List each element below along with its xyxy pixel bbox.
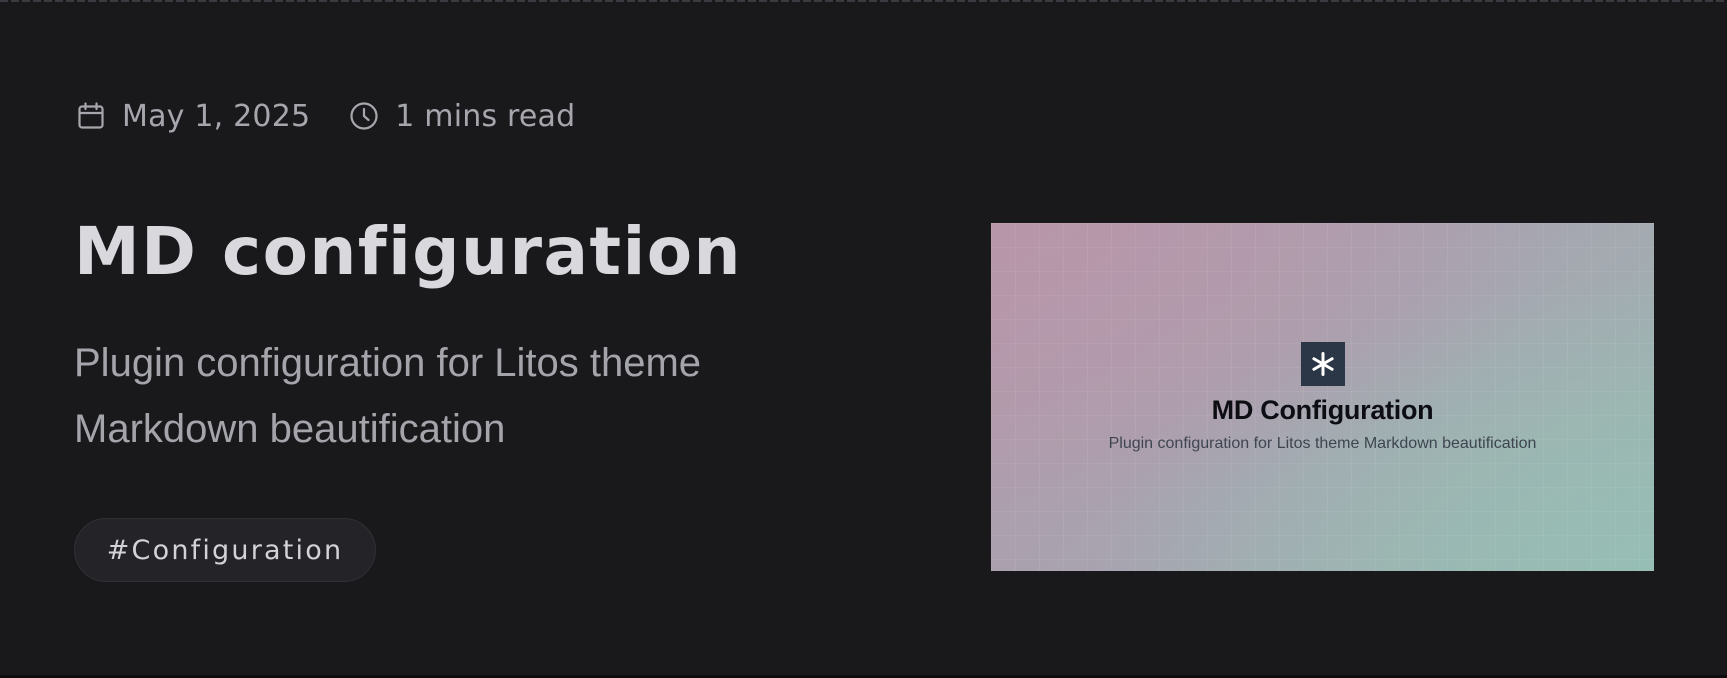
cover-title: MD Configuration	[1211, 395, 1434, 425]
tag-configuration[interactable]: #Configuration	[74, 518, 376, 582]
calendar-icon	[75, 100, 107, 132]
post-description: Plugin configuration for Litos theme Mar…	[74, 341, 702, 451]
clock-icon	[348, 100, 380, 132]
post-card: May 1, 2025 1 mins read MD configuration…	[0, 0, 1727, 678]
post-date: May 1, 2025	[75, 99, 310, 134]
top-divider	[0, 0, 1727, 2]
post-read-time-text: 1 mins read	[395, 98, 576, 134]
asterisk-logo-icon	[1301, 342, 1345, 386]
cover-image[interactable]: MD Configuration Plugin configuration fo…	[991, 223, 1654, 571]
post-title[interactable]: MD configuration	[74, 212, 742, 292]
post-meta: May 1, 2025 1 mins read	[75, 96, 575, 136]
cover-subtitle: Plugin configuration for Litos theme Mar…	[1108, 435, 1537, 452]
post-read-time: 1 mins read	[348, 99, 575, 134]
post-date-text: May 1, 2025	[122, 98, 311, 134]
